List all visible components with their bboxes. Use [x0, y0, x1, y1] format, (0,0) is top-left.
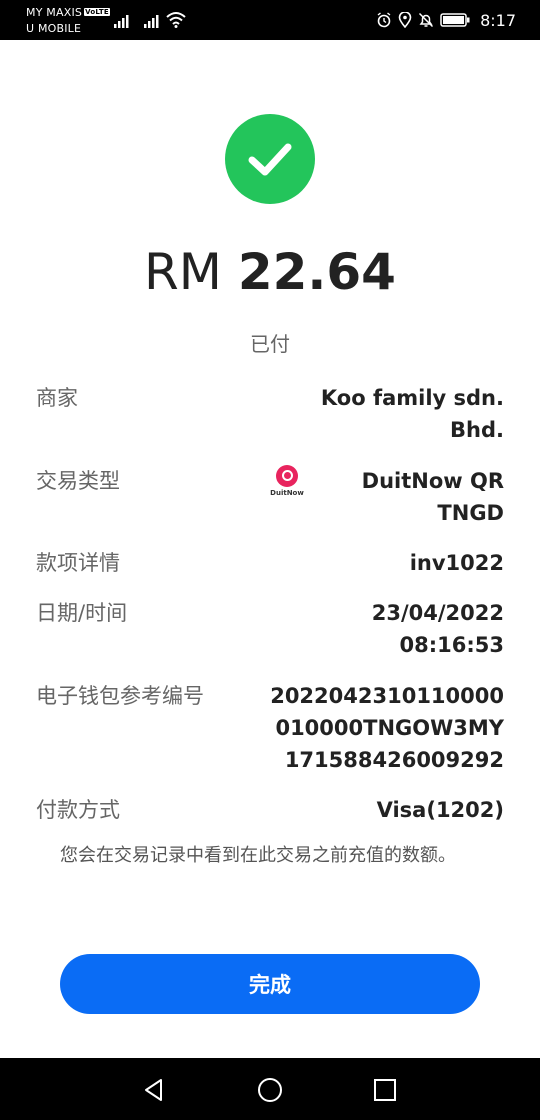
amount-value: 22.64	[237, 243, 396, 301]
detail-row-transaction-type: 交易类型 DuitNow DuitNow QR TNGD	[36, 465, 504, 529]
wifi-icon	[166, 12, 186, 28]
detail-label: 付款方式	[36, 798, 120, 822]
detail-value: inv1022	[409, 551, 504, 575]
detail-value: Visa(1202)	[376, 798, 504, 822]
detail-label: 交易类型	[36, 469, 120, 493]
detail-row-merchant: 商家 Koo family sdn. Bhd.	[36, 382, 504, 446]
duitnow-logo-icon	[276, 465, 298, 487]
detail-value: 23/04/2022 08:16:53	[371, 601, 504, 657]
detail-value: 2022042310110000 010000TNGOW3MY 17158842…	[270, 684, 504, 772]
status-time: 8:17	[480, 10, 516, 30]
carrier-secondary: U MOBILE	[26, 22, 82, 35]
detail-row-payment-method: 付款方式 Visa(1202)	[36, 794, 504, 826]
payment-status: 已付	[250, 332, 290, 356]
detail-row-payment-details: 款项详情 inv1022	[36, 547, 504, 579]
location-icon	[398, 12, 412, 28]
status-right: 8:17	[376, 10, 516, 30]
home-icon[interactable]	[257, 1077, 283, 1103]
payment-amount: RM 22.64	[0, 240, 540, 304]
carrier-primary: MY MAXIS VoLTE	[26, 6, 110, 19]
detail-label: 款项详情	[36, 551, 120, 575]
status-bar: MY MAXIS VoLTE U MOBILE 8:17	[0, 0, 540, 40]
duitnow-logo-text: DuitNow	[270, 489, 304, 497]
alarm-icon	[377, 12, 391, 28]
navigation-bar	[0, 1058, 540, 1120]
back-icon[interactable]	[141, 1077, 167, 1103]
carrier-primary-label: MY MAXIS	[26, 6, 83, 19]
detail-value: DuitNow QR TNGD	[361, 469, 504, 525]
signal-icon	[114, 15, 129, 28]
detail-row-datetime: 日期/时间 23/04/2022 08:16:53	[36, 597, 504, 661]
volte-badge: VoLTE	[84, 8, 110, 16]
topup-note: 您会在交易记录中看到在此交易之前充值的数额。	[60, 845, 456, 866]
detail-label: 电子钱包参考编号	[36, 684, 204, 708]
recents-icon[interactable]	[372, 1077, 398, 1103]
detail-label: 商家	[36, 386, 78, 410]
battery-icon	[440, 13, 470, 27]
check-circle-icon	[225, 114, 315, 204]
detail-value: Koo family sdn. Bhd.	[320, 386, 504, 442]
checkmark-icon	[248, 143, 292, 176]
bell-off-icon	[419, 12, 434, 28]
duitnow-logo: DuitNow	[270, 465, 304, 501]
done-button[interactable]: 完成	[60, 954, 480, 1014]
amount-currency: RM	[144, 243, 222, 301]
detail-label: 日期/时间	[36, 601, 128, 625]
signal-icon	[144, 15, 159, 28]
detail-row-ewallet-reference: 电子钱包参考编号 2022042310110000 010000TNGOW3MY…	[36, 680, 504, 776]
